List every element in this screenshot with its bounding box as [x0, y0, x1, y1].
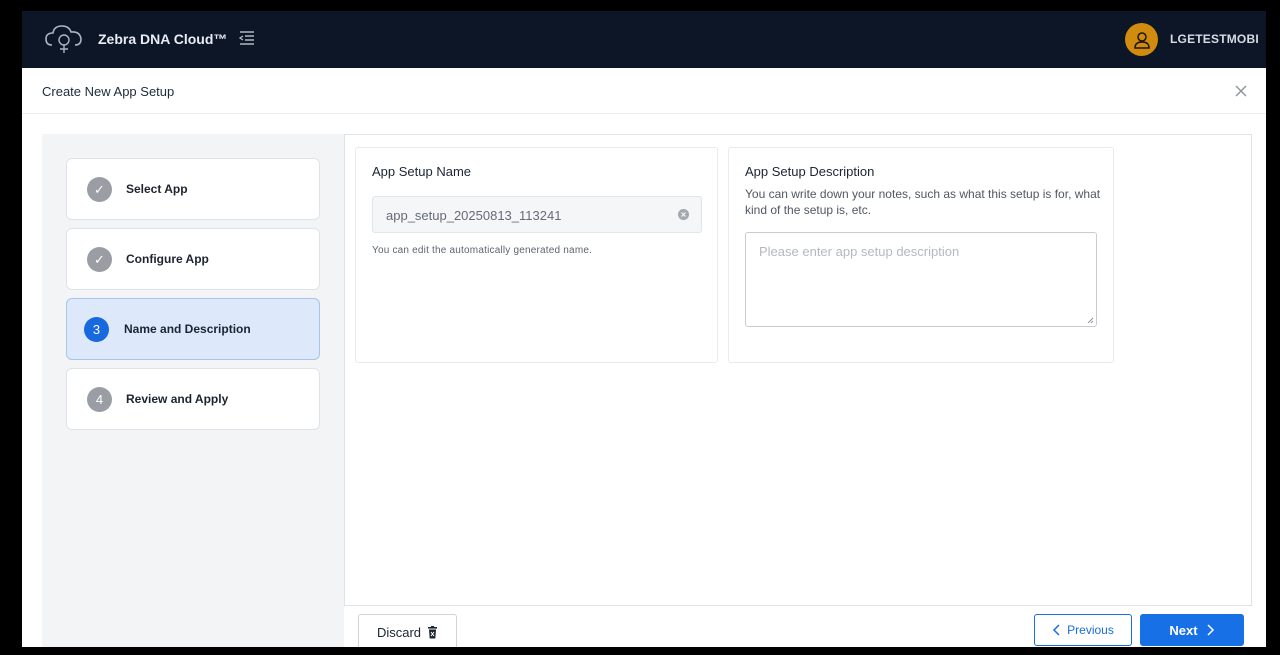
- brand-name: Zebra DNA Cloud™: [98, 31, 228, 47]
- discard-button[interactable]: Discard: [358, 614, 457, 647]
- step-label: Review and Apply: [126, 392, 229, 406]
- app-setup-name-input[interactable]: app_setup_20250813_113241: [372, 196, 702, 233]
- step-number-badge: 4: [87, 387, 112, 412]
- app-window: Zebra DNA Cloud™ LGETESTMOBI Create New …: [22, 11, 1266, 647]
- next-button[interactable]: Next: [1140, 614, 1244, 646]
- step-select-app[interactable]: ✓ Select App: [66, 158, 320, 220]
- modal-header: Create New App Setup: [22, 68, 1266, 114]
- avatar[interactable]: [1125, 23, 1158, 56]
- menu-collapse-icon[interactable]: [236, 28, 258, 48]
- step-label: Select App: [126, 182, 188, 196]
- card-title: App Setup Name: [372, 164, 472, 179]
- trash-icon: [428, 626, 438, 639]
- card-title: App Setup Description: [745, 164, 875, 179]
- step-name-and-description[interactable]: 3 Name and Description: [66, 298, 320, 360]
- resize-handle-icon[interactable]: [1087, 317, 1094, 324]
- app-setup-description-card: App Setup Description You can write down…: [728, 147, 1114, 363]
- username[interactable]: LGETESTMOBI: [1170, 32, 1259, 46]
- step-review-and-apply[interactable]: 4 Review and Apply: [66, 368, 320, 430]
- user-icon: [1133, 31, 1150, 49]
- check-icon: ✓: [87, 247, 112, 272]
- close-icon[interactable]: [1232, 82, 1250, 100]
- discard-label: Discard: [376, 625, 422, 640]
- step-number-badge: 3: [84, 317, 109, 342]
- modal-title: Create New App Setup: [42, 84, 175, 99]
- step-configure-app[interactable]: ✓ Configure App: [66, 228, 320, 290]
- clear-input-icon[interactable]: [678, 209, 689, 220]
- top-nav-bar: Zebra DNA Cloud™ LGETESTMOBI: [22, 11, 1266, 68]
- check-icon: ✓: [87, 177, 112, 202]
- description-help-text: You can write down your notes, such as w…: [745, 187, 1101, 217]
- next-label: Next: [1169, 622, 1198, 638]
- step-label: Configure App: [126, 252, 209, 266]
- app-setup-name-card: App Setup Name app_setup_20250813_113241…: [355, 147, 718, 363]
- previous-label: Previous: [1067, 623, 1114, 637]
- description-textarea[interactable]: Please enter app setup description: [745, 232, 1097, 327]
- step-label: Name and Description: [124, 322, 251, 336]
- previous-button[interactable]: Previous: [1034, 614, 1132, 646]
- chevron-right-icon: [1207, 624, 1214, 636]
- textarea-placeholder: Please enter app setup description: [759, 244, 960, 259]
- chevron-left-icon: [1053, 624, 1060, 636]
- input-value: app_setup_20250813_113241: [386, 208, 562, 223]
- cloud-logo-icon: [45, 25, 82, 53]
- name-hint: You can edit the automatically generated…: [372, 245, 593, 256]
